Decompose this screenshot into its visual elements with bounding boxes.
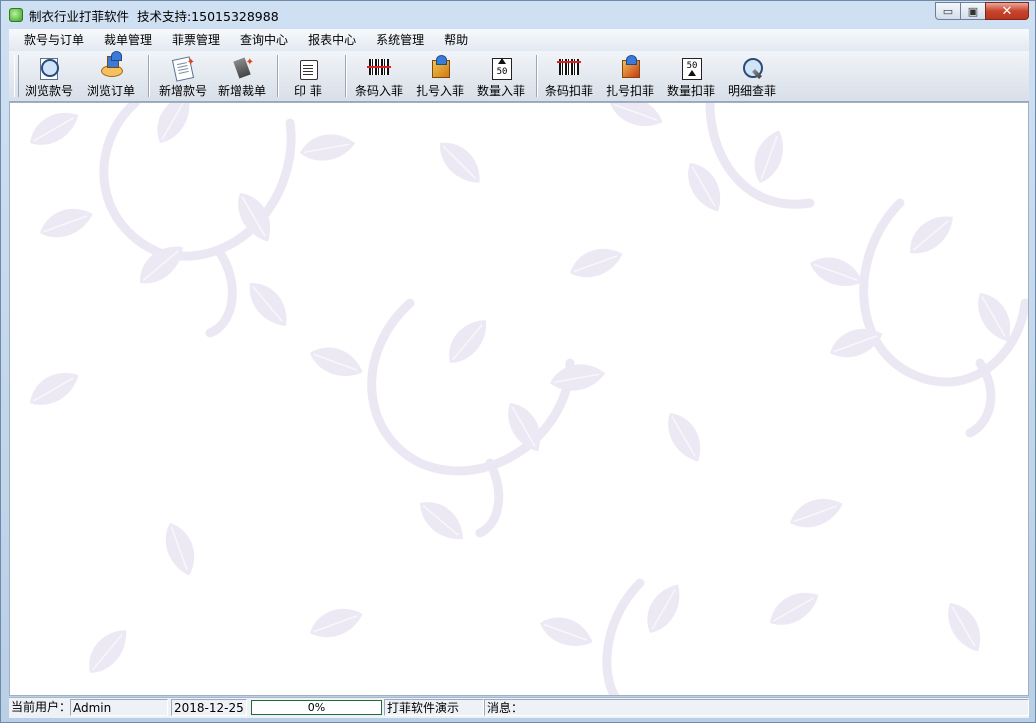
minimize-icon: ▭ [942,4,954,18]
menu-query-center[interactable]: 查询中心 [230,30,298,50]
quantity-in-label: 数量入菲 [477,84,526,98]
barcode-in-icon [367,57,391,80]
bundle-in-label: 扎号入菲 [416,84,465,98]
quantity-in-button[interactable]: 50 数量入菲 [477,55,525,99]
window-title: 制衣行业打菲软件 技术支持:15015328988 [29,6,279,25]
detail-search-label: 明细查菲 [728,84,777,98]
new-cut-button[interactable]: ✦ 新增裁单 [218,55,266,99]
bundle-deduct-icon [618,55,642,80]
menu-ticket-management[interactable]: 菲票管理 [162,30,230,50]
close-icon: ✕ [1001,3,1013,19]
new-style-label: 新增款号 [159,84,208,98]
support-phone: 技术支持:15015328988 [136,8,279,24]
app-window: 制衣行业打菲软件 技术支持:15015328988 ▭ ▣ ✕ 款号与订单 裁单… [0,0,1036,723]
detail-search-button[interactable]: 明细查菲 [728,55,776,99]
app-icon [9,8,23,22]
barcode-deduct-icon [557,57,581,80]
barcode-in-label: 条码入菲 [355,84,404,98]
bundle-in-icon [428,55,452,80]
menu-cut-management[interactable]: 裁单管理 [94,30,162,50]
current-user-value: Admin [70,699,168,716]
barcode-deduct-button[interactable]: 条码扣菲 [545,55,593,99]
new-style-icon: ✦ [171,56,195,82]
toolbar: 浏览款号 浏览订单 ✦ 新增款号 ✦ 新增裁单 印 菲 条码入菲 扎号入菲 50… [9,51,1029,102]
bundle-in-button[interactable]: 扎号入菲 [416,55,464,99]
app-name: 制衣行业打菲软件 [29,8,130,24]
progress-text: 0% [307,701,326,714]
barcode-deduct-label: 条码扣菲 [545,84,594,98]
main-workspace [9,102,1029,696]
print-ticket-button[interactable]: 印 菲 [294,55,322,99]
menu-style-order[interactable]: 款号与订单 [14,30,94,50]
menu-system-management[interactable]: 系统管理 [366,30,434,50]
new-cut-label: 新增裁单 [218,84,267,98]
toolbar-separator [536,55,538,97]
menu-bar: 款号与订单 裁单管理 菲票管理 查询中心 报表中心 系统管理 帮助 [9,29,1029,52]
progress-bar: 0% [251,700,382,715]
title-bar[interactable]: 制衣行业打菲软件 技术支持:15015328988 ▭ ▣ ✕ [1,1,1035,29]
new-cut-icon: ✦ [230,57,254,80]
browse-order-button[interactable]: 浏览订单 [87,51,136,99]
print-ticket-icon [296,57,320,80]
print-ticket-label: 印 菲 [294,84,322,98]
bundle-deduct-label: 扎号扣菲 [606,84,655,98]
browse-style-button[interactable]: 浏览款号 [25,55,73,99]
menu-report-center[interactable]: 报表中心 [298,30,366,50]
menu-help[interactable]: 帮助 [434,30,478,50]
magnifier-doc-icon [37,57,61,80]
toolbar-separator [345,55,347,97]
order-hand-icon [99,51,123,80]
barcode-in-button[interactable]: 条码入菲 [355,55,403,99]
quantity-deduct-icon: 50 [679,57,703,80]
maximize-button[interactable]: ▣ [960,2,986,20]
browse-order-label: 浏览订单 [87,84,136,98]
current-date: 2018-12-25 [171,699,247,716]
browse-style-label: 浏览款号 [25,84,74,98]
close-button[interactable]: ✕ [985,2,1029,20]
bundle-deduct-button[interactable]: 扎号扣菲 [606,55,654,99]
message-label: 消息： [484,699,1029,716]
quantity-deduct-button[interactable]: 50 数量扣菲 [667,55,715,99]
minimize-button[interactable]: ▭ [935,2,961,20]
quantity-deduct-label: 数量扣菲 [667,84,716,98]
leaf-background-pattern [22,103,1028,695]
new-style-button[interactable]: ✦ 新增款号 [159,55,207,99]
toolbar-separator [277,55,279,97]
toolbar-grip[interactable] [14,55,19,97]
maximize-icon: ▣ [967,4,979,18]
window-controls: ▭ ▣ ✕ [935,2,1029,20]
mode-text: 打菲软件演示 [384,699,484,716]
current-user-label: 当前用户： [11,700,72,714]
detail-search-icon [740,57,764,80]
quantity-in-icon: 50 [489,57,513,80]
toolbar-separator [148,55,150,97]
status-bar: 当前用户： Admin 2018-12-25 0% 打菲软件演示 消息： [9,697,1029,718]
